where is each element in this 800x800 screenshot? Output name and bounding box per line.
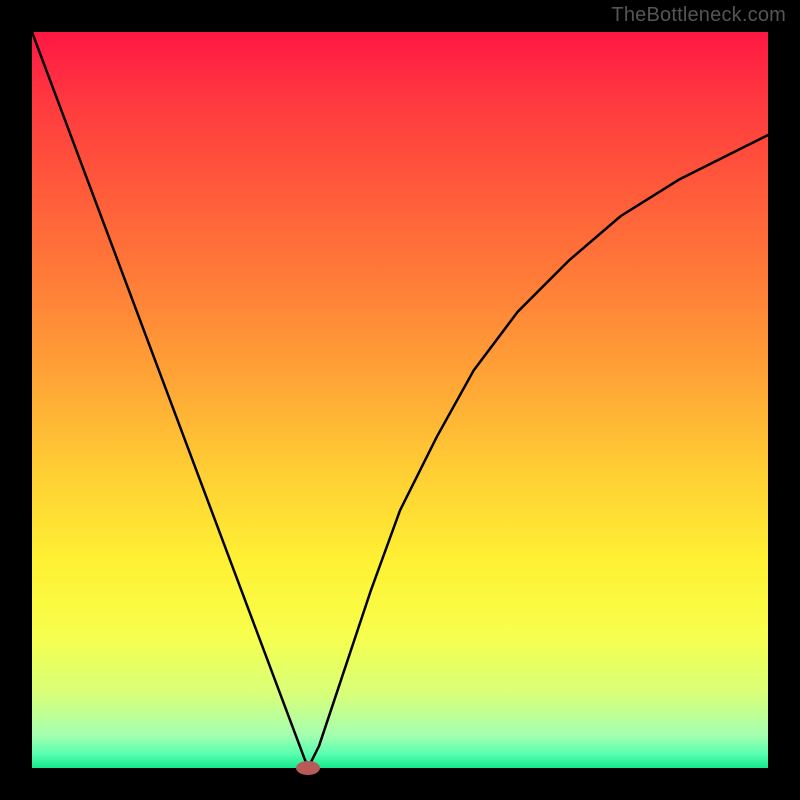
optimal-point-marker <box>296 761 320 775</box>
bottleneck-chart <box>0 0 800 800</box>
chart-background <box>32 32 768 768</box>
watermark-text: TheBottleneck.com <box>611 4 786 27</box>
chart-stage: TheBottleneck.com <box>0 0 800 800</box>
